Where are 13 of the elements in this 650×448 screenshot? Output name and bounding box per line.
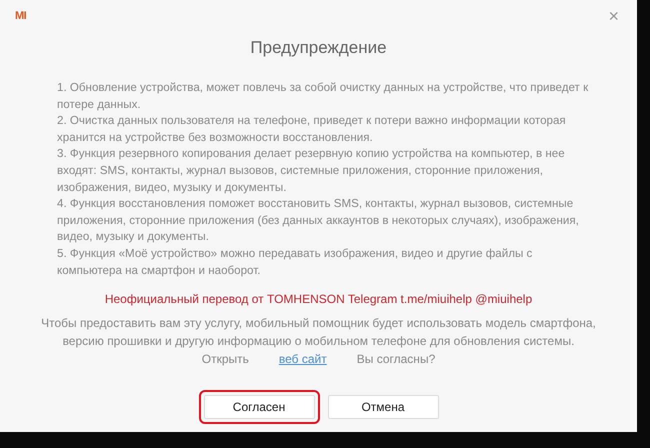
warning-text: 1. Обновление устройства, может повлечь за собой очистку данных на устройстве, что приведет к потере данных. bbox=[57, 80, 590, 113]
translation-note: Неофициальный перевод от TOMHENSON Telegram t.me/miuihelp @miuihelp bbox=[104, 292, 534, 306]
consent-text: Чтобы предоставить вам эту услугу, мобильный помощник будет использовать модель смартфона, версию прошивки и другую информацию о мобильном телефоне для обновления системы. bbox=[40, 315, 597, 350]
open-label: Открыть bbox=[202, 352, 249, 366]
dialog-button[interactable]: Согласен bbox=[204, 395, 314, 420]
consent-question: Вы согласны? bbox=[356, 352, 436, 366]
dialog-button[interactable]: Отмена bbox=[328, 395, 438, 420]
warning-text: 2. Очистка данных пользователя на телефоне, приведет к потери важно информации которая хранится на устройстве без возможности восстановления. bbox=[57, 113, 567, 146]
warning-text: 3. Функция резервного копирования делает резервную копию устройства на компьютер, в нее входят: SMS, контакты, журнал вызовов, системные приложения, сторонние приложения, изображения, видео, музыку и документы. bbox=[57, 146, 566, 196]
dialog-title: Предупреждение bbox=[249, 38, 388, 58]
warning-text: 5. Функция «Моё устройство» можно передавать изображения, видео и другие файлы с компьютера на смартфон и наоборот. bbox=[57, 246, 534, 279]
mi-logo: MI bbox=[15, 10, 26, 22]
warning-text: 4. Функция восстановления поможет восстановить SMS, контакты, журнал вызовов, системные приложения, сторонние приложения (без данных аккаунтов в некоторых случаях), изображения, видео, музыку и документы. bbox=[57, 196, 580, 246]
